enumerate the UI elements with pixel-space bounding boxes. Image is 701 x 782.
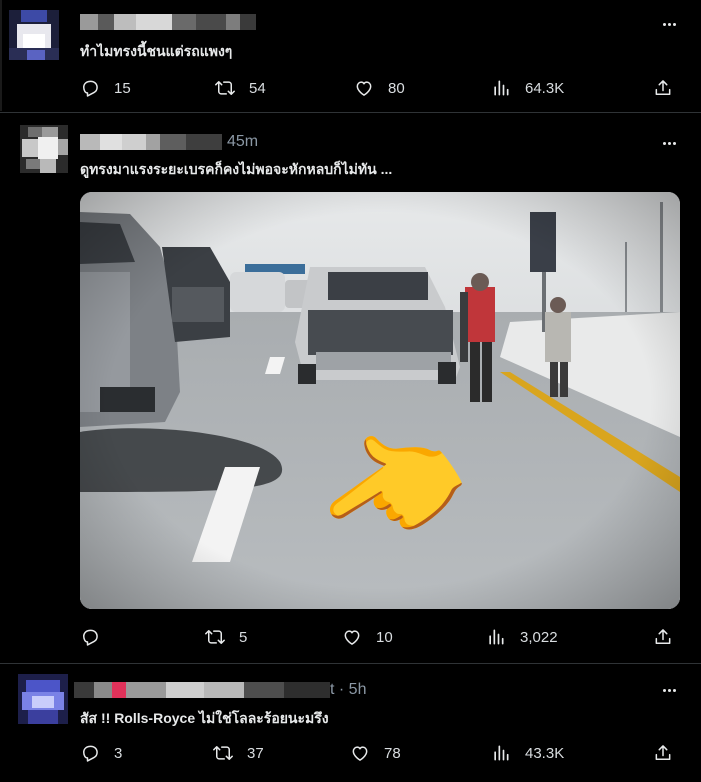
- like-count: 78: [384, 744, 401, 762]
- reply-icon: [80, 627, 100, 647]
- views-button[interactable]: 64.3K: [491, 78, 564, 98]
- share-button[interactable]: [653, 627, 673, 647]
- repost-count: 5: [239, 628, 248, 646]
- reply-button[interactable]: [80, 627, 114, 647]
- post-text: สัส !! Rolls-Royce ไม่ใช่โลละร้อยนะมรึง: [80, 710, 329, 726]
- share-icon: [653, 78, 673, 98]
- reply-icon: [80, 78, 100, 98]
- reply-button[interactable]: 15: [80, 78, 131, 98]
- views-icon: [491, 743, 511, 763]
- reply-count: 3: [114, 744, 123, 762]
- avatar[interactable]: [9, 10, 59, 60]
- more-icon[interactable]: [658, 14, 680, 34]
- thread-line: [0, 0, 2, 111]
- repost-icon: [213, 743, 233, 763]
- views-icon: [486, 627, 506, 647]
- heart-icon: [350, 743, 370, 763]
- reply-button[interactable]: 3: [80, 743, 122, 763]
- repost-button[interactable]: 54: [215, 78, 266, 98]
- views-count: 3,022: [520, 628, 558, 646]
- views-count: 64.3K: [525, 79, 565, 97]
- heart-icon: [342, 627, 362, 647]
- post-time[interactable]: 45m: [227, 133, 258, 151]
- post-text: ทำไมทรงนี้ชนแต่รถแพงๆ: [80, 43, 233, 59]
- share-icon: [653, 627, 673, 647]
- author-name-blurred[interactable]: [80, 134, 222, 150]
- post-time[interactable]: t · 5h: [330, 681, 366, 699]
- views-count: 43.3K: [525, 744, 565, 762]
- more-icon[interactable]: [658, 680, 680, 700]
- post-media-video[interactable]: 👈: [80, 192, 680, 609]
- repost-icon: [215, 78, 235, 98]
- like-button[interactable]: 10: [342, 627, 393, 647]
- author-name-blurred[interactable]: [80, 14, 256, 30]
- reply-count: 15: [114, 79, 131, 97]
- views-icon: [491, 78, 511, 98]
- author-name-blurred[interactable]: [74, 682, 330, 698]
- repost-count: 54: [249, 79, 266, 97]
- views-button[interactable]: 3,022: [486, 627, 558, 647]
- reply-icon: [80, 743, 100, 763]
- views-button[interactable]: 43.3K: [491, 743, 564, 763]
- post-text: ดูทรงมาแรงระยะเบรคก็คงไม่พอจะหักหลบก็ไม่…: [80, 161, 393, 177]
- avatar[interactable]: [18, 674, 68, 724]
- share-icon: [653, 743, 673, 763]
- like-count: 80: [388, 79, 405, 97]
- like-button[interactable]: 78: [350, 743, 401, 763]
- more-icon[interactable]: [658, 133, 680, 153]
- post-1[interactable]: ทำไมทรงนี้ชนแต่รถแพงๆ 15 54 80 64.3K: [0, 0, 701, 111]
- repost-button[interactable]: 37: [213, 743, 264, 763]
- share-button[interactable]: [653, 78, 673, 98]
- avatar[interactable]: [20, 125, 68, 173]
- post-3[interactable]: t · 5h สัส !! Rolls-Royce ไม่ใช่โลละร้อย…: [0, 664, 701, 782]
- like-button[interactable]: 80: [354, 78, 405, 98]
- heart-icon: [354, 78, 374, 98]
- share-button[interactable]: [653, 743, 673, 763]
- repost-button[interactable]: 5: [205, 627, 247, 647]
- like-count: 10: [376, 628, 393, 646]
- repost-icon: [205, 627, 225, 647]
- repost-count: 37: [247, 744, 264, 762]
